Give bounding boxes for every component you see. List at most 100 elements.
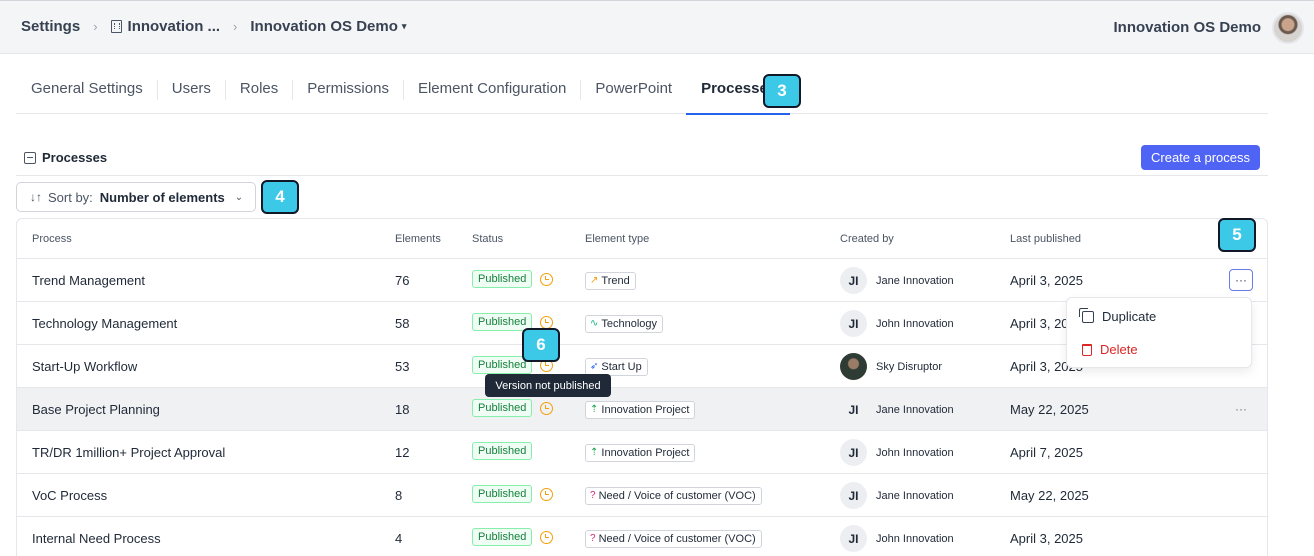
clock-icon[interactable] <box>540 401 554 415</box>
status-cell: Published <box>472 485 554 503</box>
status-cell: Published <box>472 528 554 546</box>
process-name[interactable]: Base Project Planning <box>32 402 160 417</box>
status-badge: Published <box>472 442 533 460</box>
element-type-label: Innovation Project <box>601 403 690 416</box>
last-published-date: May 22, 2025 <box>1010 402 1089 417</box>
tab-general-settings[interactable]: General Settings <box>16 74 157 114</box>
clock-icon[interactable] <box>540 315 554 329</box>
sort-value: Number of elements <box>99 189 225 205</box>
user-initials: JI <box>840 482 867 509</box>
step-badge-4: 4 <box>261 180 299 214</box>
row-actions-button[interactable]: ··· <box>1229 269 1253 291</box>
sort-label: Sort by: <box>48 189 93 205</box>
menu-item-duplicate[interactable]: Duplicate <box>1079 307 1157 324</box>
element-type-tag: ⇡ Innovation Project <box>585 400 696 419</box>
step-badge-3: 3 <box>763 74 801 108</box>
breadcrumb: Settings › Innovation ... › Innovation O… <box>21 18 406 35</box>
elements-count: 4 <box>395 531 403 546</box>
tab-users[interactable]: Users <box>156 74 225 114</box>
menu-item-duplicate-label: Duplicate <box>1102 309 1157 324</box>
settings-tabs: General Settings Users Roles Permissions… <box>16 74 1268 115</box>
technology-icon: ∿ <box>590 318 599 329</box>
process-name[interactable]: Internal Need Process <box>32 531 161 546</box>
tab-roles[interactable]: Roles <box>224 74 292 114</box>
table-row[interactable]: Trend Management 76 Published ↗ Trend JI Jane … <box>17 259 1267 302</box>
last-published-date: April 3, 2025 <box>1010 531 1083 546</box>
column-header-elements[interactable]: Elements <box>395 233 441 245</box>
element-type-cell: ⇡ Innovation Project <box>585 400 696 419</box>
column-header-process[interactable]: Process <box>32 233 72 245</box>
step-badge-5: 5 <box>1218 218 1256 252</box>
process-name[interactable]: VoC Process <box>32 488 107 503</box>
element-type-label: Start Up <box>601 360 642 373</box>
creator-name: Jane Innovation <box>876 489 954 502</box>
question-icon: ? <box>590 490 596 501</box>
created-by-cell: JI John Innovation <box>840 439 954 466</box>
column-header-status[interactable]: Status <box>472 233 503 245</box>
row-actions-menu: Duplicate Delete <box>1066 297 1252 368</box>
chevron-down-icon[interactable]: ▾ <box>402 21 407 32</box>
status-badge: Published <box>472 485 533 503</box>
table-row[interactable]: Internal Need Process 4 Published ? Need / V… <box>17 517 1267 556</box>
status-badge: Published <box>472 313 533 331</box>
creator-name: Jane Innovation <box>876 403 954 416</box>
user-avatar[interactable] <box>1272 12 1304 44</box>
created-by-cell: JI Jane Innovation <box>840 267 954 294</box>
user-photo <box>840 353 867 380</box>
element-type-cell: ? Need / Voice of customer (VOC) <box>585 529 762 548</box>
sprout-icon: ⇡ <box>590 447 599 458</box>
copy-icon <box>1079 307 1094 323</box>
elements-count: 12 <box>395 445 410 460</box>
breadcrumb-workspace[interactable]: Innovation ... <box>128 18 221 35</box>
clock-icon[interactable] <box>540 530 554 544</box>
tab-permissions[interactable]: Permissions <box>292 74 403 114</box>
user-initials: JI <box>840 439 867 466</box>
chevron-down-icon: ⌄ <box>234 191 244 203</box>
tab-powerpoint[interactable]: PowerPoint <box>580 74 686 114</box>
creator-name: John Innovation <box>876 446 954 459</box>
element-type-cell: ⇡ Innovation Project <box>585 443 696 462</box>
clock-icon[interactable] <box>540 487 554 501</box>
version-tooltip: Version not published <box>485 374 611 397</box>
element-type-tag: ↗ Trend <box>585 271 636 290</box>
section-title-label: Processes <box>42 150 108 165</box>
creator-name: Jane Innovation <box>876 274 954 287</box>
section-title: Processes <box>24 150 107 165</box>
element-type-label: Need / Voice of customer (VOC) <box>598 532 756 545</box>
status-cell: Published <box>472 442 533 460</box>
process-name[interactable]: TR/DR 1million+ Project Approval <box>32 445 225 460</box>
created-by-cell: Sky Disruptor <box>840 353 942 380</box>
breadcrumb-settings[interactable]: Settings <box>21 18 80 35</box>
last-published-date: April 3, 2025 <box>1010 273 1083 288</box>
user-initials: JI <box>848 402 859 417</box>
column-header-element-type[interactable]: Element type <box>585 233 649 245</box>
last-published-date: May 22, 2025 <box>1010 488 1089 503</box>
sort-dropdown[interactable]: ↓↑ Sort by: Number of elements ⌄ <box>16 182 256 212</box>
tab-element-configuration[interactable]: Element Configuration <box>402 74 580 114</box>
org-name[interactable]: Innovation OS Demo <box>1113 19 1261 36</box>
last-published-date: April 7, 2025 <box>1010 445 1083 460</box>
element-type-label: Trend <box>601 274 630 287</box>
clock-icon[interactable] <box>540 272 554 286</box>
created-by-cell: JI Jane Innovation <box>840 396 954 423</box>
row-actions-button[interactable]: ··· <box>1229 398 1253 420</box>
breadcrumb-org[interactable]: Innovation OS Demo <box>250 18 398 35</box>
table-row[interactable]: VoC Process 8 Published? Need / Voice of cu… <box>17 474 1267 517</box>
column-header-created-by[interactable]: Created by <box>840 233 894 245</box>
table-row[interactable]: Base Project Planning 18 Published ⇡ Innovat… <box>17 388 1267 431</box>
top-bar: Settings › Innovation ... › Innovation O… <box>0 0 1314 54</box>
process-name[interactable]: Start-Up Workflow <box>32 359 137 374</box>
column-header-last-published[interactable]: Last published <box>1010 233 1081 245</box>
status-cell: Published <box>472 399 554 417</box>
menu-item-delete[interactable]: Delete <box>1082 342 1138 357</box>
created-by-cell: JI Jane Innovation <box>840 482 954 509</box>
element-type-tag: ? Need / Voice of customer (VOC) <box>585 529 762 548</box>
process-name[interactable]: Trend Management <box>32 273 145 288</box>
elements-count: 76 <box>395 273 410 288</box>
element-type-cell: ∿ Technology <box>585 314 664 333</box>
process-name[interactable]: Technology Management <box>32 316 177 331</box>
create-process-button[interactable]: Create a process <box>1141 145 1260 170</box>
table-row[interactable]: TR/DR 1million+ Project Approval 12 Publis… <box>17 431 1267 474</box>
processes-table: Process Elements Status Element type Cre… <box>16 218 1268 556</box>
created-by-cell: JI John Innovation <box>840 525 954 552</box>
